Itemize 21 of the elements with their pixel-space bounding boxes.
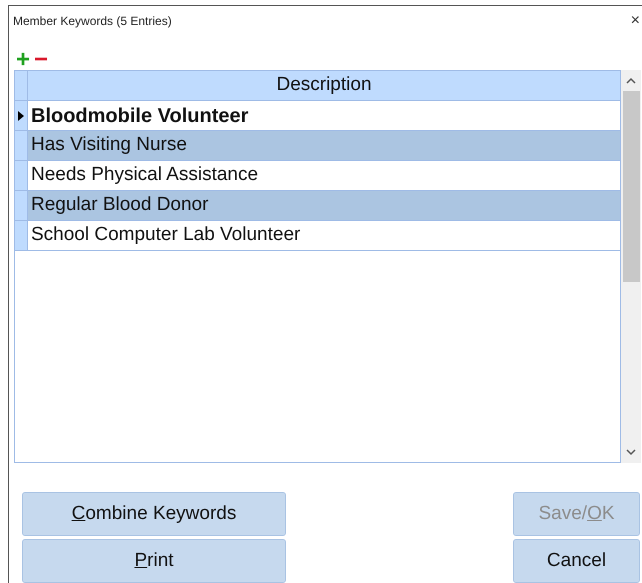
table-row[interactable]: Has Visiting Nurse: [15, 131, 620, 161]
table-row[interactable]: Bloodmobile Volunteer: [15, 101, 620, 131]
window-title: Member Keywords (5 Entries): [13, 13, 172, 30]
table-row[interactable]: School Computer Lab Volunteer: [15, 221, 620, 251]
table-cell-text: Needs Physical Assistance: [31, 163, 258, 188]
scroll-down-icon[interactable]: [626, 448, 636, 456]
dialog-button[interactable]: Print: [22, 539, 286, 583]
table-cell-text: Has Visiting Nurse: [31, 133, 187, 158]
dialog-button[interactable]: Cancel: [513, 539, 640, 583]
table-cell-text: Regular Blood Donor: [31, 193, 208, 218]
table-cell-text: School Computer Lab Volunteer: [31, 223, 300, 248]
table-row[interactable]: Regular Blood Donor: [15, 191, 620, 221]
remove-button[interactable]: −: [34, 50, 48, 70]
scroll-up-icon[interactable]: [626, 77, 636, 85]
table-row[interactable]: Needs Physical Assistance: [15, 161, 620, 191]
scrollbar-thumb[interactable]: [622, 91, 640, 282]
table-cell-text: Bloodmobile Volunteer: [31, 104, 248, 128]
vertical-scrollbar[interactable]: [621, 70, 641, 463]
dialog-button[interactable]: Combine Keywords: [22, 492, 286, 536]
current-row-icon: [18, 110, 24, 120]
close-button[interactable]: ×: [630, 13, 640, 29]
